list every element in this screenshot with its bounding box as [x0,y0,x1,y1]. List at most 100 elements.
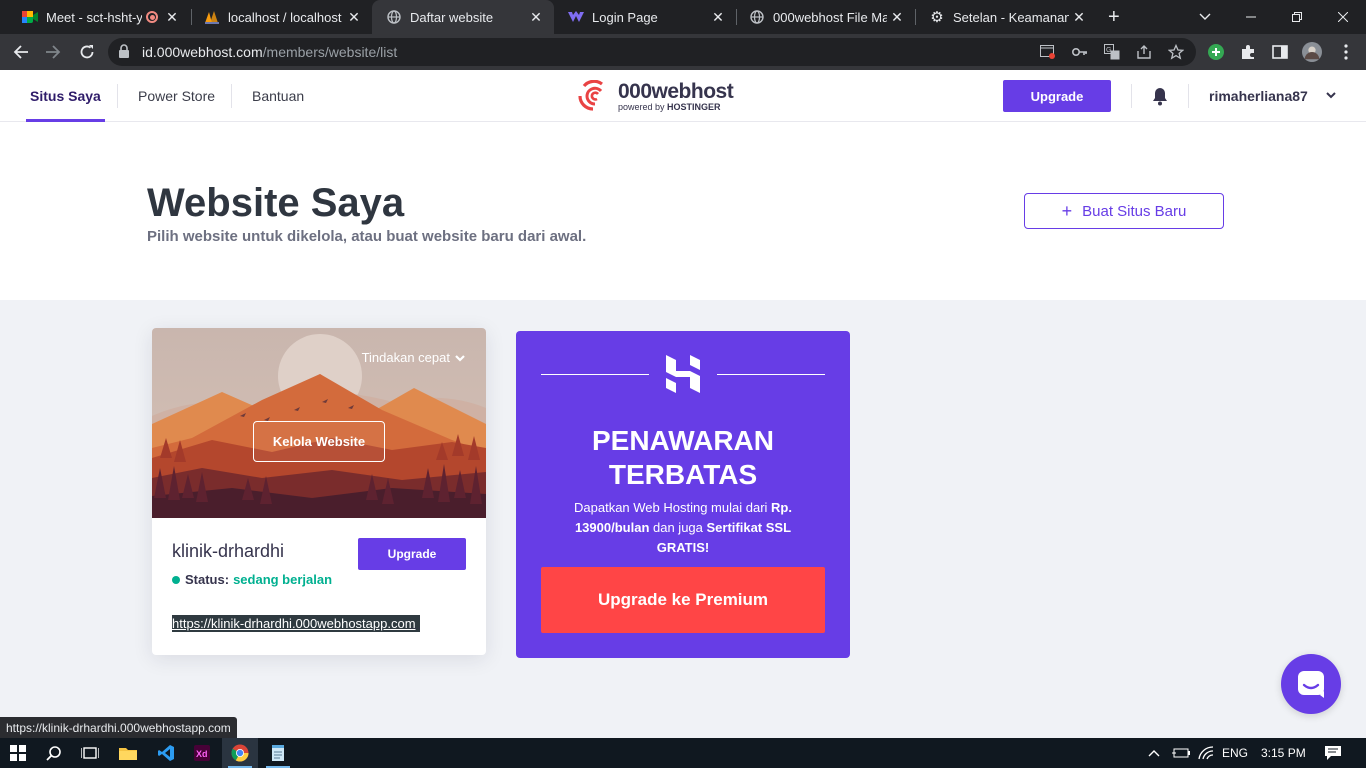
logo-name: 000webhost [618,79,734,103]
vscode-icon[interactable] [148,738,184,768]
promo-description: Dapatkan Web Hosting mulai dari Rp. 1390… [574,500,792,555]
address-url[interactable]: id.000webhost.com/members/website/list [142,44,397,60]
chevron-down-icon [455,354,465,362]
status-label: Status: [185,572,230,587]
lock-icon[interactable] [118,44,130,58]
chrome-icon[interactable] [222,738,258,768]
svg-text:Xd: Xd [196,749,208,759]
chat-widget-button[interactable] [1281,654,1341,714]
task-view-icon[interactable] [72,738,108,768]
tab-file-manager[interactable]: 000webhost File Mana ✕ [735,0,915,34]
website-card: Tindakan cepat Kelola Website klinik-drh… [152,328,486,655]
globe-icon [386,9,402,25]
plus-icon: + [1061,200,1073,221]
tab-title: Login Page [592,9,658,25]
forward-icon[interactable] [40,39,66,65]
000webhost-logo[interactable]: 000webhost powered by HOSTINGER [574,79,734,112]
hostinger-logo-icon [666,355,700,393]
notification-center-icon[interactable] [1325,738,1341,768]
show-hidden-icons[interactable] [1148,738,1160,768]
close-tab-icon[interactable]: ✕ [526,9,546,26]
globe-icon [749,9,765,25]
upgrade-premium-button[interactable]: Upgrade ke Premium [541,567,825,633]
close-window-icon[interactable] [1320,0,1366,34]
login-page-icon [568,9,584,25]
tab-meet[interactable]: Meet - sct-hsht-yc ✕ [8,0,190,34]
tab-title: localhost / localhost / [228,9,344,25]
nav-situs-saya[interactable]: Situs Saya [26,70,105,122]
close-tab-icon[interactable]: ✕ [1069,9,1089,26]
logo-powered-by: powered by HOSTINGER [618,101,721,112]
recording-icon [146,11,158,23]
phpmyadmin-icon [204,9,220,25]
quick-actions-label: Tindakan cepat [361,350,450,365]
share-icon[interactable] [1136,44,1152,60]
bookmark-star-icon[interactable] [1168,44,1184,60]
reload-icon[interactable] [74,39,100,65]
minimize-icon[interactable] [1228,0,1274,34]
status-dot-icon [172,575,180,584]
blocked-popup-icon[interactable] [1040,44,1056,60]
windows-taskbar: Xd ENG 3:15 PM [0,738,1366,768]
header-upgrade-button[interactable]: Upgrade [1003,80,1111,112]
battery-icon[interactable] [1172,738,1190,768]
translate-icon[interactable]: G [1104,44,1120,60]
create-new-site-label: Buat Situs Baru [1082,202,1187,220]
page-title: Website Saya [147,181,405,225]
tab-daftar-website[interactable]: Daftar website ✕ [372,0,554,34]
site-header: Situs Saya Power Store Bantuan 000webhos… [0,70,1366,122]
close-tab-icon[interactable]: ✕ [162,9,182,26]
chevron-down-icon[interactable] [1324,88,1338,102]
search-icon[interactable] [36,738,72,768]
adobe-xd-icon[interactable]: Xd [184,738,220,768]
wifi-icon[interactable] [1198,738,1214,768]
new-tab-button[interactable]: + [1108,6,1120,29]
tab-login-page[interactable]: Login Page ✕ [554,0,736,34]
tab-phpmyadmin[interactable]: localhost / localhost / ✕ [190,0,372,34]
page-heading-section: Website Saya Pilih website untuk dikelol… [0,122,1366,300]
close-tab-icon[interactable]: ✕ [344,9,364,26]
nav-power-store[interactable]: Power Store [138,70,215,122]
tab-title: 000webhost File Mana [773,9,887,25]
clock[interactable]: 3:15 PM [1261,738,1306,768]
side-panel-icon[interactable] [1270,42,1290,62]
notepad-icon[interactable] [260,738,296,768]
create-new-site-button[interactable]: + Buat Situs Baru [1024,193,1224,229]
browser-tab-bar: Meet - sct-hsht-yc ✕ localhost / localho… [0,0,1366,34]
site-status: Status: sedang berjalan [172,572,332,587]
divider [717,374,825,375]
address-bar[interactable]: id.000webhost.com/members/website/list G [108,38,1196,66]
bell-icon[interactable] [1150,86,1170,106]
chat-icon [1298,671,1324,698]
windows-start-icon[interactable] [0,738,36,768]
site-url-link[interactable]: https://klinik-drhardhi.000webhostapp.co… [172,615,420,632]
tab-title: Daftar website [410,9,494,25]
site-upgrade-button[interactable]: Upgrade [358,538,466,570]
quick-actions-dropdown[interactable]: Tindakan cepat [362,350,466,365]
close-tab-icon[interactable]: ✕ [887,9,907,26]
tab-search-icon[interactable] [1182,0,1228,34]
nav-bantuan[interactable]: Bantuan [252,70,304,122]
back-icon[interactable] [8,39,34,65]
gear-icon: ⚙ [930,9,944,26]
manage-website-button[interactable]: Kelola Website [253,421,385,462]
promo-card: PENAWARAN TERBATAS Dapatkan Web Hosting … [516,331,850,658]
swirl-logo-icon [578,80,603,111]
site-name: klinik-drhardhi [172,541,285,561]
site-url-ellipsis: ... [410,617,421,632]
key-icon[interactable] [1072,44,1088,60]
restore-icon[interactable] [1274,0,1320,34]
page-subtitle: Pilih website untuk dikelola, atau buat … [147,228,587,245]
svg-text:G: G [1106,47,1111,54]
google-meet-icon [22,9,38,25]
input-language[interactable]: ENG [1222,738,1248,768]
profile-avatar-icon[interactable] [1302,42,1322,62]
tab-title: Setelan - Keamanan [953,9,1069,25]
username[interactable]: rimaherliana87 [1209,70,1308,122]
tab-settings[interactable]: ⚙ Setelan - Keamanan ✕ [915,0,1097,34]
extension-plus-icon[interactable] [1206,42,1226,62]
close-tab-icon[interactable]: ✕ [708,9,728,26]
extensions-puzzle-icon[interactable] [1238,42,1258,62]
browser-menu-icon[interactable] [1336,42,1356,62]
file-explorer-icon[interactable] [110,738,146,768]
